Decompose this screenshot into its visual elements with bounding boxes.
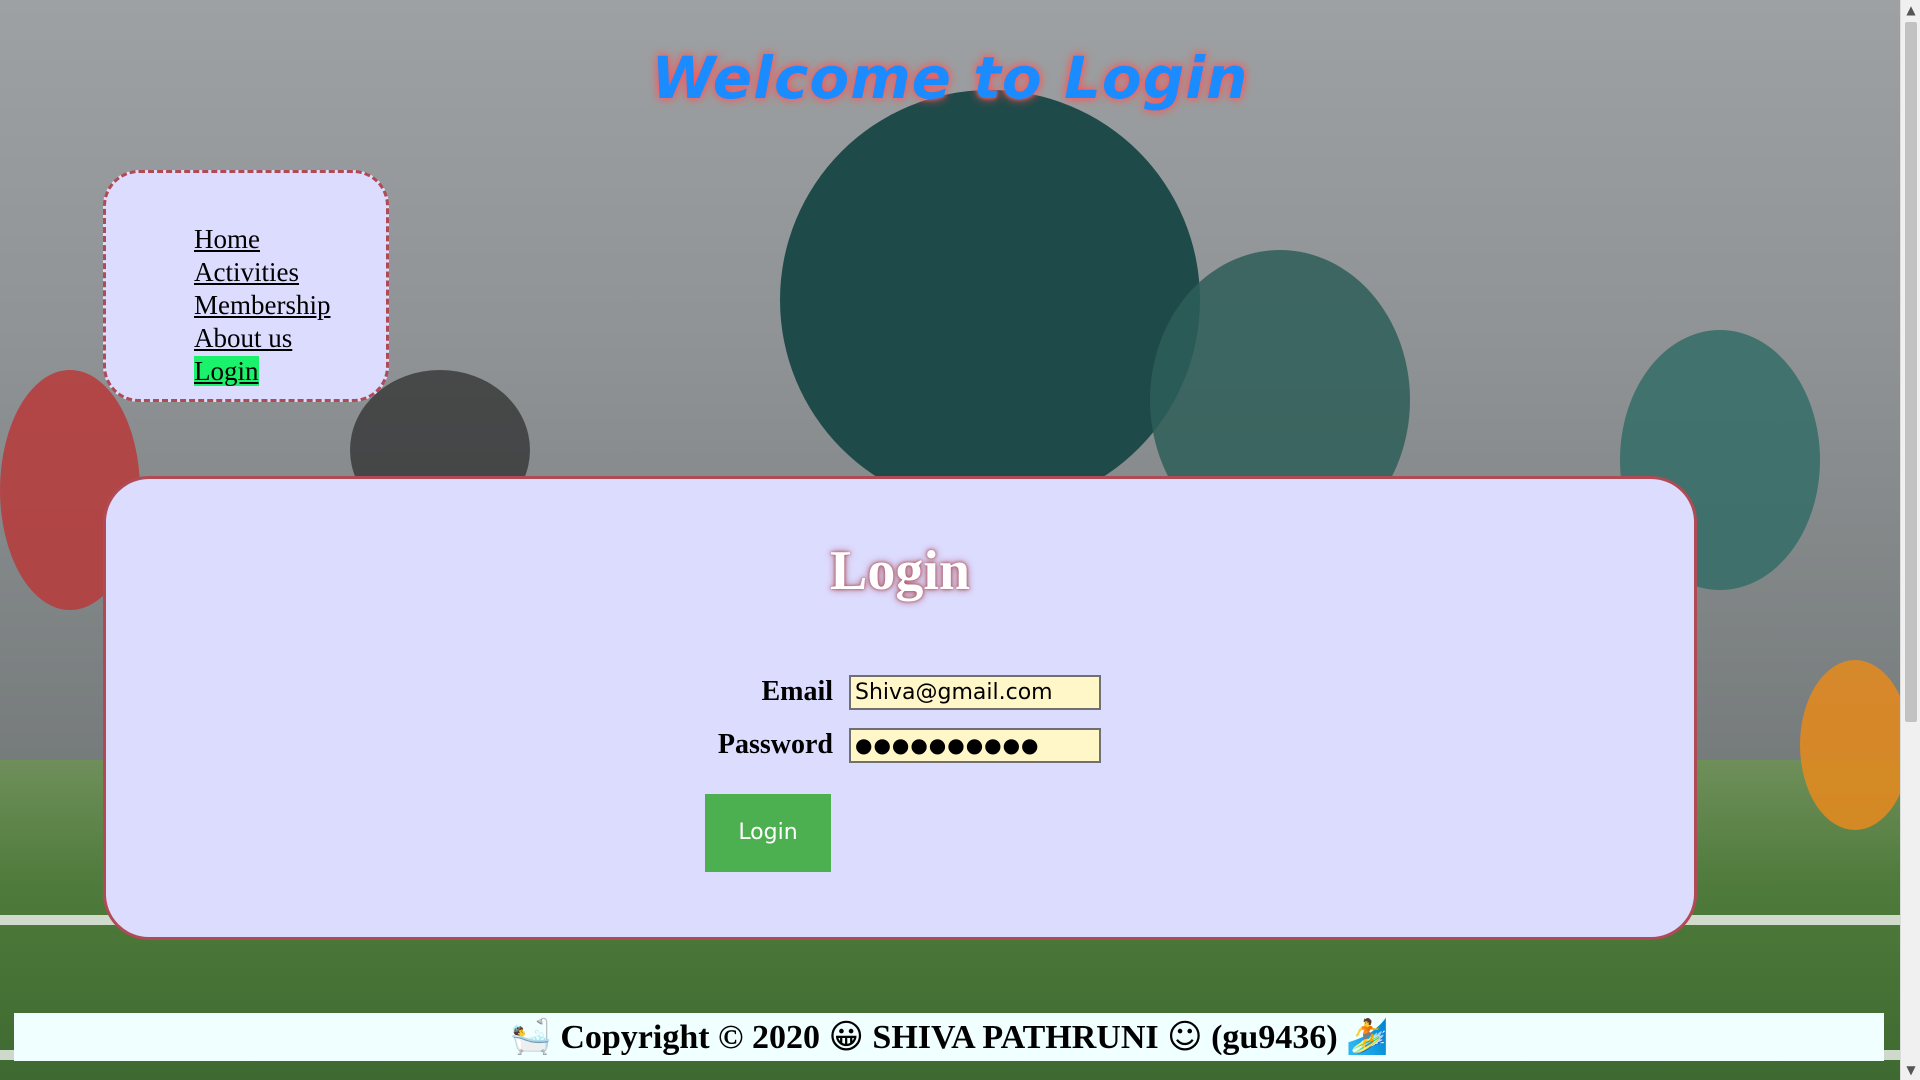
email-field[interactable]: Shiva@gmail.com: [849, 675, 1101, 710]
vertical-scrollbar[interactable]: ▲ ▼: [1900, 0, 1920, 1080]
orange-ball: [1800, 660, 1900, 830]
footer-copyright: Copyright © 2020: [560, 1019, 820, 1056]
nav-link-about-us[interactable]: About us: [194, 323, 292, 353]
scroll-down-icon[interactable]: ▼: [1901, 1060, 1920, 1080]
scrollbar-thumb[interactable]: [1905, 22, 1917, 722]
footer: 🛀 Copyright © 2020 😀 SHIVA PATHRUNI ☺ (g…: [14, 1013, 1884, 1061]
person-bathing-icon: 🛀: [509, 1017, 552, 1057]
grinning-face-icon: 😀: [828, 1017, 864, 1057]
player-silhouette: [780, 90, 1200, 510]
login-button[interactable]: Login: [705, 794, 831, 872]
email-label: Email: [761, 676, 833, 707]
scroll-up-icon[interactable]: ▲: [1901, 0, 1920, 20]
login-heading: Login: [829, 540, 971, 602]
nav-link-membership[interactable]: Membership: [194, 290, 330, 320]
nav-link-activities[interactable]: Activities: [194, 257, 299, 287]
smiley-face-icon: ☺: [1167, 1017, 1203, 1057]
page-title: Welcome to Login: [651, 44, 1249, 112]
person-surfing-icon: 🏄: [1346, 1017, 1389, 1057]
footer-user-id: (gu9436): [1211, 1019, 1338, 1056]
main-nav: Home Activities Membership About us Logi…: [103, 170, 389, 402]
nav-link-home[interactable]: Home: [194, 224, 260, 254]
password-label: Password: [717, 729, 833, 760]
footer-author: SHIVA PATHRUNI: [872, 1019, 1159, 1056]
password-field[interactable]: ●●●●●●●●●●: [849, 728, 1101, 763]
login-panel: Login Email Shiva@gmail.com Password ●●●…: [103, 476, 1697, 940]
nav-link-login[interactable]: Login: [194, 356, 259, 386]
